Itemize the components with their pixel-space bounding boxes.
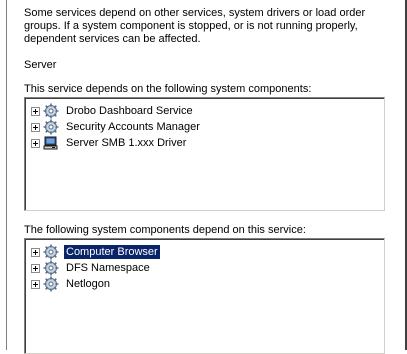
gear-icon (43, 244, 59, 260)
description-line: groups. If a system component is stopped… (24, 20, 358, 32)
gear-icon (43, 276, 59, 292)
tree-item-netlogon[interactable]: Netlogon (31, 276, 112, 292)
depended-by-tree[interactable]: Computer Browser DFS Namespace Netlogon (24, 238, 385, 354)
expand-icon[interactable] (31, 247, 40, 257)
gear-icon (43, 119, 59, 135)
tree-item-computer-browser[interactable]: Computer Browser (31, 244, 161, 260)
depended-by-label: The following system components depend o… (24, 224, 306, 236)
tree-item-drobo-dashboard-service[interactable]: Drobo Dashboard Service (31, 103, 195, 119)
driver-icon (43, 135, 59, 151)
expand-icon[interactable] (31, 279, 40, 289)
tree-item-label: Server SMB 1.xxx Driver (66, 137, 187, 149)
expand-icon[interactable] (31, 263, 40, 273)
tree-item-security-accounts-manager[interactable]: Security Accounts Manager (31, 119, 202, 135)
tree-item-label: Drobo Dashboard Service (66, 105, 193, 117)
depends-on-tree[interactable]: Drobo Dashboard Service Security Account… (24, 97, 385, 211)
tree-item-label: DFS Namespace (66, 262, 150, 274)
description-line: dependent services can be affected. (24, 33, 201, 45)
panel-left-edge (6, 0, 7, 350)
gear-icon (43, 260, 59, 276)
tree-item-label: Security Accounts Manager (66, 121, 200, 133)
tree-item-label: Netlogon (66, 278, 111, 290)
expand-icon[interactable] (31, 106, 40, 116)
tree-item-label: Computer Browser (63, 244, 161, 260)
tree-item-server-smb-driver[interactable]: Server SMB 1.xxx Driver (31, 135, 188, 151)
dependencies-description: Some services depend on other services, … (24, 7, 365, 46)
dependencies-tab-panel: Some services depend on other services, … (0, 0, 407, 354)
service-name: Server (24, 59, 57, 71)
gear-icon (43, 103, 59, 119)
depends-on-label: This service depends on the following sy… (24, 83, 312, 95)
expand-icon[interactable] (31, 122, 40, 132)
tree-item-dfs-namespace[interactable]: DFS Namespace (31, 260, 152, 276)
description-line: Some services depend on other services, … (24, 7, 366, 19)
expand-icon[interactable] (31, 138, 40, 148)
